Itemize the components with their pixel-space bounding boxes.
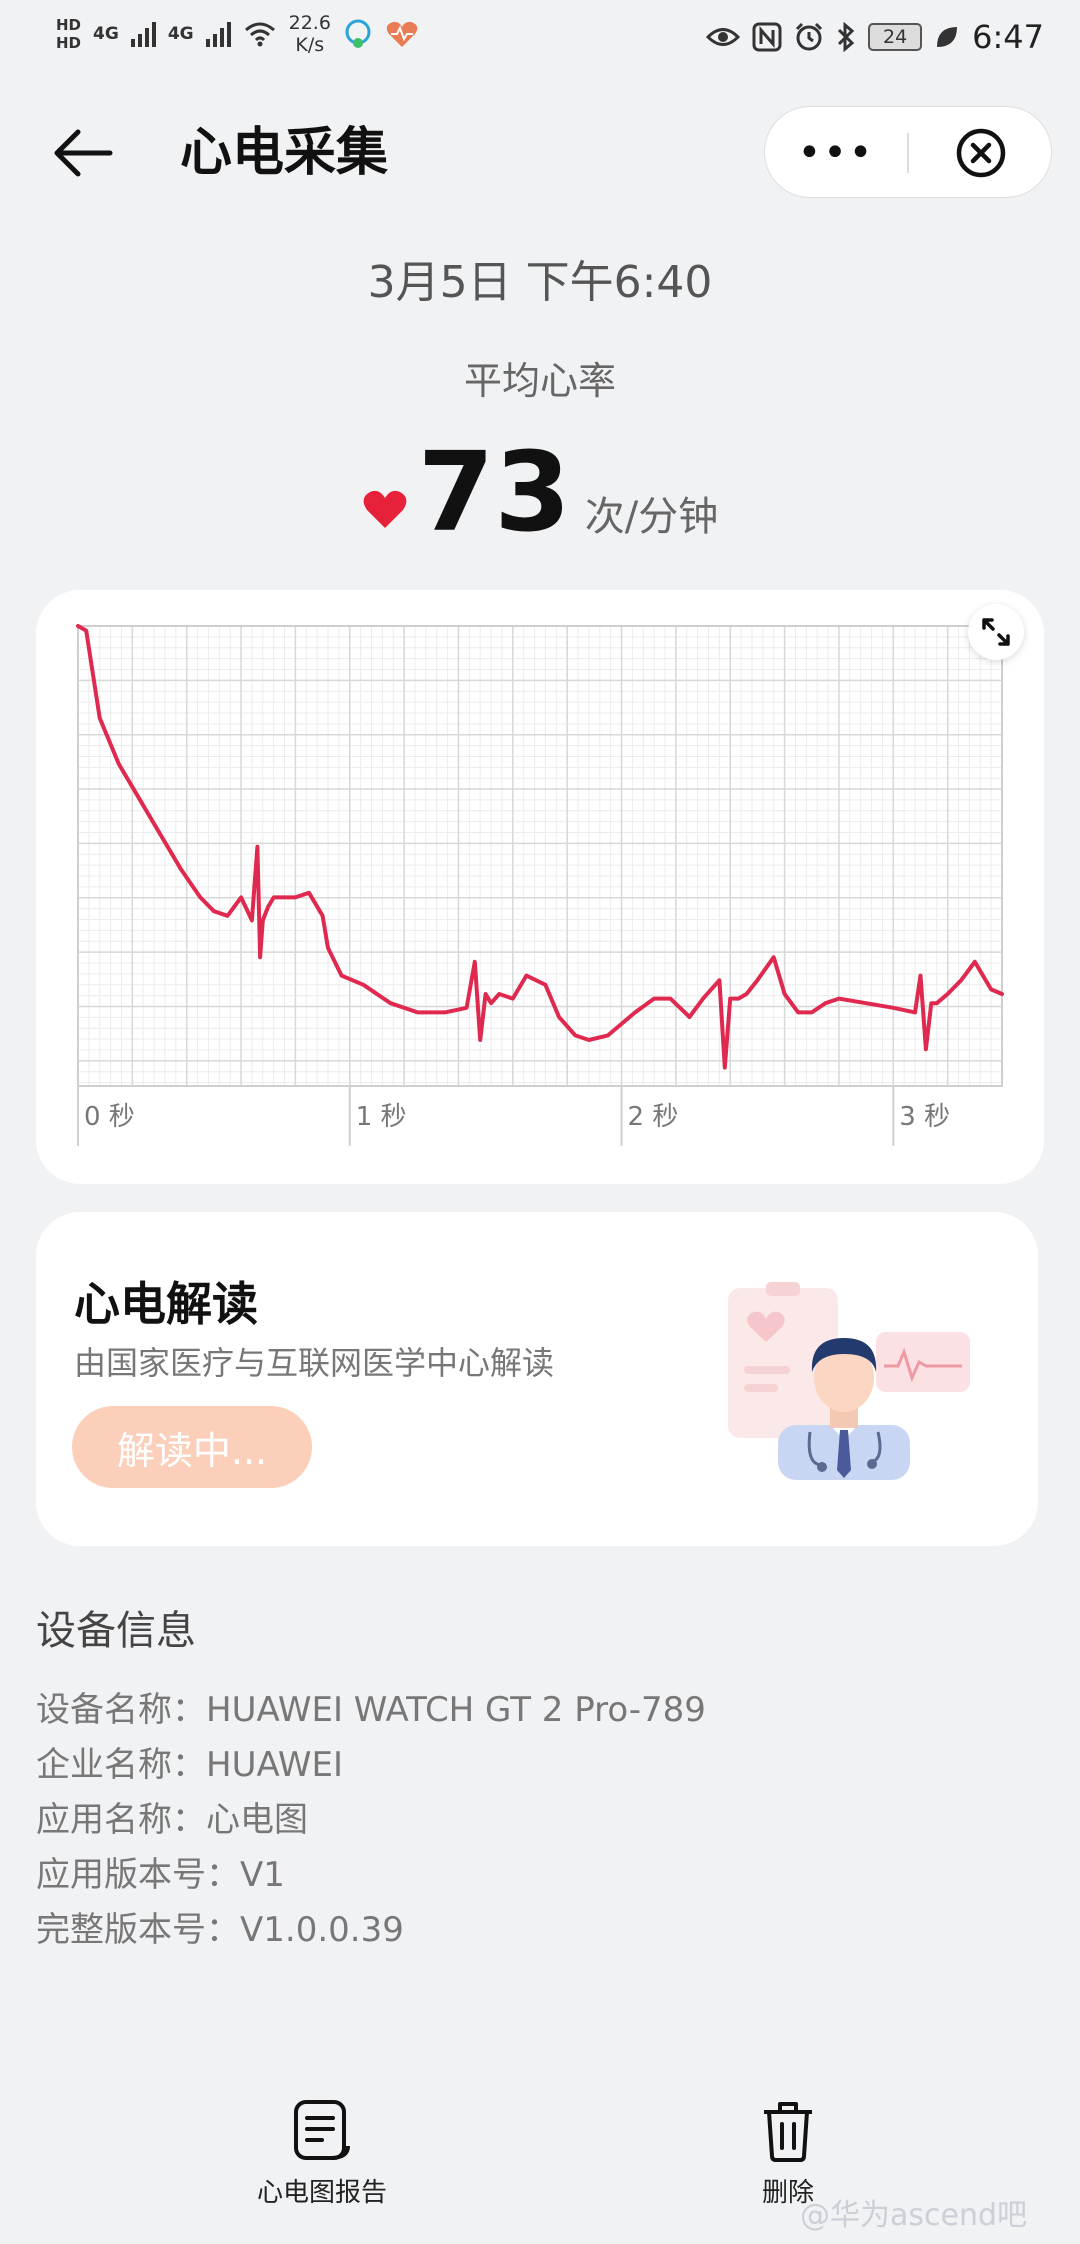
ecg-report-button[interactable]: 心电图报告: [202, 2098, 442, 2228]
hd-badge-2: HD: [56, 34, 82, 52]
back-button[interactable]: [48, 118, 118, 188]
heart-rate-row: 73 次/分钟: [0, 432, 1080, 552]
battery-icon: 24: [868, 23, 923, 51]
wifi-icon: [244, 22, 275, 47]
ecg-report-label: 心电图报告: [256, 2178, 387, 2208]
power-saving-leaf-icon: [937, 27, 958, 47]
ecg-chart: 0 秒 1 秒 2 秒 3 秒: [76, 624, 1004, 1146]
app-version-row: 应用版本号：V1: [36, 1855, 285, 1895]
app-name-row: 应用名称：心电图: [36, 1800, 308, 1840]
mini-program-capsule: •••: [764, 106, 1052, 198]
network-type-1: 4G: [93, 24, 119, 44]
assistant-app-icon: [345, 19, 371, 48]
x-tick-label: 1 秒: [356, 1102, 407, 1132]
device-name-row: 设备名称：HUAWEI WATCH GT 2 Pro-789: [36, 1690, 706, 1730]
hd-badge-1: HD: [56, 16, 82, 34]
bluetooth-icon: [838, 22, 855, 52]
avg-heart-rate-label: 平均心率: [463, 359, 616, 403]
interpretation-title: 心电解读: [74, 1277, 258, 1331]
heart-rate-value: 73: [417, 428, 571, 556]
health-app-icon: [386, 21, 418, 47]
close-button[interactable]: [909, 107, 1053, 199]
watermark: @华为ascend吧: [800, 2198, 1028, 2233]
status-right: 24 6:47: [706, 18, 1044, 56]
network-type-2: 4G: [167, 24, 194, 44]
interpretation-subtitle: 由国家医疗与互联网医学中心解读: [74, 1344, 555, 1382]
status-bar: HD HD 4G 4G 22.6 K/s 24 6:47: [0, 0, 1080, 80]
full-version-row: 完整版本号：V1.0.0.39: [36, 1910, 404, 1950]
more-button[interactable]: •••: [765, 107, 907, 199]
eye-comfort-icon: [706, 28, 741, 46]
device-info-title: 设备信息: [36, 1608, 196, 1654]
back-arrow-icon: [54, 129, 113, 177]
app-screen: HD HD 4G 4G 22.6 K/s 24 6:47 心电采集 ••• 3月…: [0, 0, 1080, 2244]
x-tick-label: 2 秒: [628, 1102, 679, 1132]
x-tick-label: 0 秒: [84, 1102, 135, 1132]
interpreting-button[interactable]: 解读中...: [72, 1406, 312, 1488]
nfc-icon: [752, 22, 782, 52]
page-title: 心电采集: [180, 123, 389, 183]
alarm-icon: [796, 22, 823, 51]
speed-unit: K/s: [295, 34, 325, 56]
status-left: HD HD 4G 4G 22.6 K/s: [56, 12, 419, 56]
close-circle-icon: [956, 128, 1006, 178]
doctor-illustration: [728, 1282, 970, 1480]
trash-icon: [764, 2102, 812, 2162]
heart-rate-unit: 次/分钟: [584, 494, 719, 540]
ecg-series-line: [76, 624, 1004, 1070]
fullscreen-button[interactable]: [968, 604, 1024, 660]
network-speed: 22.6 K/s: [289, 12, 331, 56]
expand-icon: [982, 618, 1010, 646]
report-icon: [294, 2100, 350, 2160]
hd-indicators: HD HD: [56, 16, 81, 52]
signal-bars-icon: [205, 21, 231, 47]
company-name-row: 企业名称：HUAWEI: [36, 1745, 343, 1785]
signal-bars-icon: [130, 21, 156, 47]
speed-value: 22.6: [288, 12, 331, 34]
x-tick-label: 3 秒: [899, 1102, 950, 1132]
record-datetime: 3月5日 下午6:40: [367, 257, 713, 308]
ecg-chart-card: 0 秒 1 秒 2 秒 3 秒: [36, 590, 1044, 1184]
heart-icon: [363, 490, 407, 528]
clock: 6:47: [972, 18, 1044, 56]
